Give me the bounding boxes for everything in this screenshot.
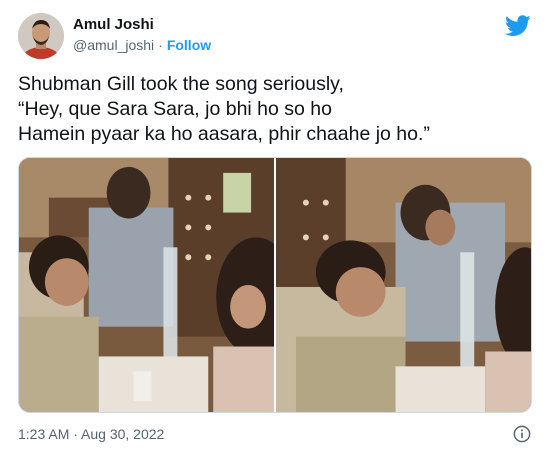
photo-image: [19, 158, 274, 412]
tweet-line: “Hey, que Sara Sara, jo bhi ho so ho: [18, 98, 332, 120]
info-icon[interactable]: [513, 425, 531, 443]
photo-image: [276, 158, 531, 412]
tweet-card: Amul Joshi @amul_joshi · Follow Shubman Gi…: [0, 0, 549, 457]
separator-dot: ·: [158, 37, 163, 53]
media-photo-left[interactable]: [19, 158, 274, 412]
author-name[interactable]: Amul Joshi: [73, 16, 154, 33]
media-photo-right[interactable]: [276, 158, 531, 412]
author-handle[interactable]: @amul_joshi: [73, 37, 154, 53]
avatar-photo: [18, 13, 64, 59]
follow-button[interactable]: Follow: [167, 37, 211, 53]
avatar[interactable]: [18, 13, 64, 59]
twitter-bird-icon[interactable]: [505, 15, 531, 37]
author-handle-row: @amul_joshi · Follow: [73, 37, 211, 53]
tweet-line: Shubman Gill took the song seriously,: [18, 73, 344, 95]
tweet-text: Shubman Gill took the song seriously, “H…: [18, 72, 528, 147]
tweet-timestamp[interactable]: 1:23 AM · Aug 30, 2022: [18, 426, 164, 442]
tweet-media[interactable]: [18, 157, 532, 413]
tweet-line: Hamein pyaar ka ho aasara, phir chaahe j…: [18, 123, 430, 145]
